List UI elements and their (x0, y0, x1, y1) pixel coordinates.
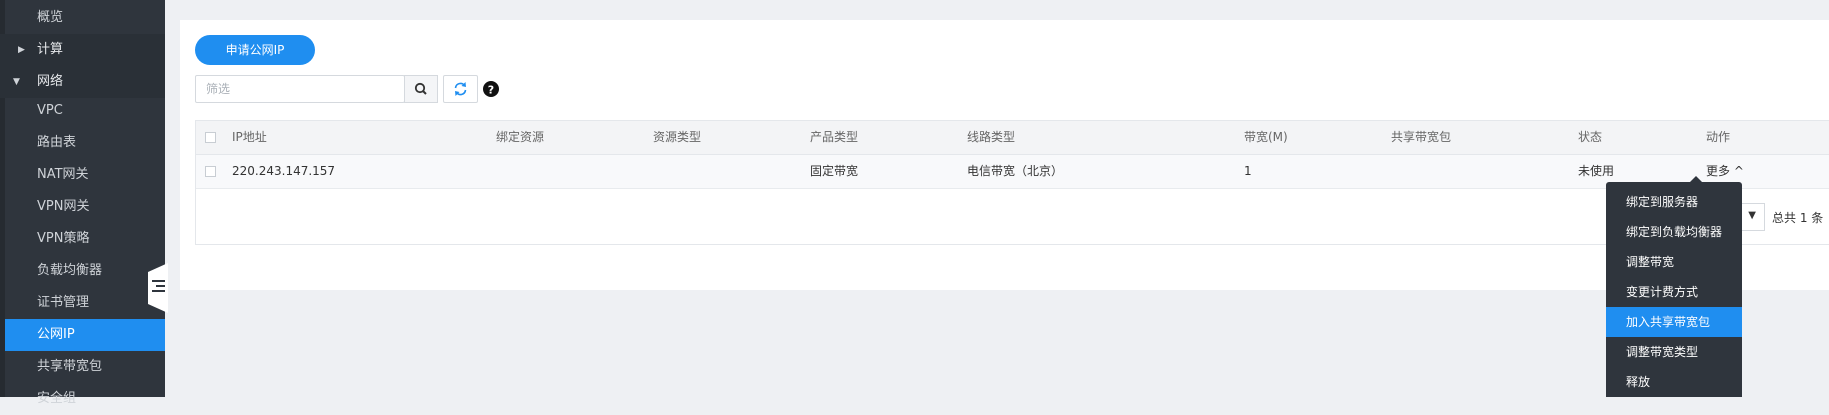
sidebar-item-label: 共享带宽包 (37, 359, 103, 374)
public-ip-table: IP地址 绑定资源 资源类型 产品类型 线路类型 带宽(M) 共享带宽包 状态 … (195, 120, 1829, 245)
help-icon[interactable]: ? (483, 81, 499, 97)
menu-item-label: 绑定到服务器 (1626, 195, 1699, 209)
menu-item-label: 释放 (1626, 375, 1651, 389)
sidebar-item-vpn-policy[interactable]: VPN策略 (0, 223, 165, 255)
table-row[interactable]: 220.243.147.157 固定带宽 电信带宽（北京） 1 未使用 更多 ^ (196, 155, 1829, 189)
sidebar-group-network[interactable]: ▼ 网络 (0, 66, 165, 98)
menu-item-release[interactable]: 释放 (1606, 367, 1742, 397)
ip-address-link[interactable]: 220.243.147.157 (232, 155, 335, 188)
sidebar-group-compute[interactable]: ▶ 计算 (0, 34, 165, 66)
total-count: 总共 1 条 (1772, 211, 1824, 225)
caret-down-icon: ▼ (1748, 210, 1756, 221)
menu-item-label: 变更计费方式 (1626, 285, 1699, 299)
more-actions-menu: 绑定到服务器 绑定到负载均衡器 调整带宽 变更计费方式 加入共享带宽包 调整带宽… (1606, 176, 1742, 397)
search-icon (414, 82, 427, 95)
header-status: 状态 (1578, 130, 1603, 144)
sidebar-item-certificates[interactable]: 证书管理 (0, 287, 165, 319)
sidebar-item-label: VPN策略 (37, 231, 90, 246)
sidebar-item-label: VPN网关 (37, 199, 90, 214)
sidebar-item-nat-gateway[interactable]: NAT网关 (0, 159, 165, 191)
sidebar-item-shared-bandwidth[interactable]: 共享带宽包 (0, 351, 165, 383)
table-header: IP地址 绑定资源 资源类型 产品类型 线路类型 带宽(M) 共享带宽包 状态 … (196, 121, 1829, 155)
header-ip: IP地址 (232, 130, 267, 144)
refresh-button[interactable] (443, 75, 478, 103)
menu-item-bind-server[interactable]: 绑定到服务器 (1606, 187, 1742, 217)
menu-item-join-shared-bandwidth[interactable]: 加入共享带宽包 (1606, 307, 1742, 337)
header-bandwidth: 带宽(M) (1244, 130, 1288, 144)
header-action: 动作 (1706, 130, 1731, 144)
sidebar-item-label: 概览 (37, 10, 64, 25)
sidebar: 概览 ▶ 计算 ▼ 网络 VPC 路由表 NAT网关 VPN网关 VPN策略 负… (0, 0, 165, 406)
bandwidth-cell: 1 (1244, 164, 1252, 178)
search-button[interactable] (404, 75, 438, 103)
filter-input[interactable] (195, 75, 405, 103)
sidebar-item-label: 安全组 (37, 391, 77, 406)
svg-text:?: ? (488, 83, 494, 96)
header-line-type: 线路类型 (967, 130, 1016, 144)
sidebar-item-public-ip[interactable]: 公网IP (5, 319, 165, 351)
menu-item-adjust-bandwidth[interactable]: 调整带宽 (1606, 247, 1742, 277)
caret-right-icon: ▶ (18, 45, 25, 55)
collapse-menu-icon (152, 280, 165, 294)
menu-item-label: 调整带宽 (1626, 255, 1675, 269)
sidebar-item-label: 路由表 (37, 135, 77, 150)
menu-item-label: 绑定到负载均衡器 (1626, 225, 1723, 239)
menu-item-adjust-bandwidth-type[interactable]: 调整带宽类型 (1606, 337, 1742, 367)
header-shared-bandwidth: 共享带宽包 (1391, 130, 1452, 144)
header-bound-resource: 绑定资源 (496, 130, 545, 144)
menu-item-label: 加入共享带宽包 (1626, 315, 1711, 329)
apply-public-ip-button[interactable]: 申请公网IP (195, 35, 315, 65)
sidebar-item-label: VPC (37, 103, 63, 118)
sidebar-item-label: 负载均衡器 (37, 263, 103, 278)
menu-item-label: 调整带宽类型 (1626, 345, 1699, 359)
sidebar-item-security-group[interactable]: 安全组 (0, 383, 165, 415)
select-all-checkbox[interactable] (205, 132, 216, 143)
sidebar-item-overview[interactable]: 概览 (0, 2, 165, 34)
sidebar-item-vpn-gateway[interactable]: VPN网关 (0, 191, 165, 223)
menu-item-bind-load-balancer[interactable]: 绑定到负载均衡器 (1606, 217, 1742, 247)
sidebar-item-label: 公网IP (37, 327, 75, 342)
line-type-cell: 电信带宽（北京） (967, 164, 1064, 178)
header-resource-type: 资源类型 (653, 130, 702, 144)
sidebar-item-label: 网络 (37, 74, 64, 89)
header-product-type: 产品类型 (810, 130, 859, 144)
sidebar-item-label: 证书管理 (37, 295, 90, 310)
sidebar-item-route-table[interactable]: 路由表 (0, 127, 165, 159)
product-type-cell: 固定带宽 (810, 164, 859, 178)
sidebar-item-load-balancer[interactable]: 负载均衡器 (0, 255, 165, 287)
menu-item-change-billing[interactable]: 变更计费方式 (1606, 277, 1742, 307)
sidebar-item-vpc[interactable]: VPC (0, 95, 165, 127)
caret-down-icon: ▼ (13, 77, 20, 87)
row-checkbox[interactable] (205, 166, 216, 177)
sidebar-item-label: NAT网关 (37, 167, 89, 182)
sidebar-item-label: 计算 (37, 42, 64, 57)
refresh-icon (454, 82, 467, 96)
